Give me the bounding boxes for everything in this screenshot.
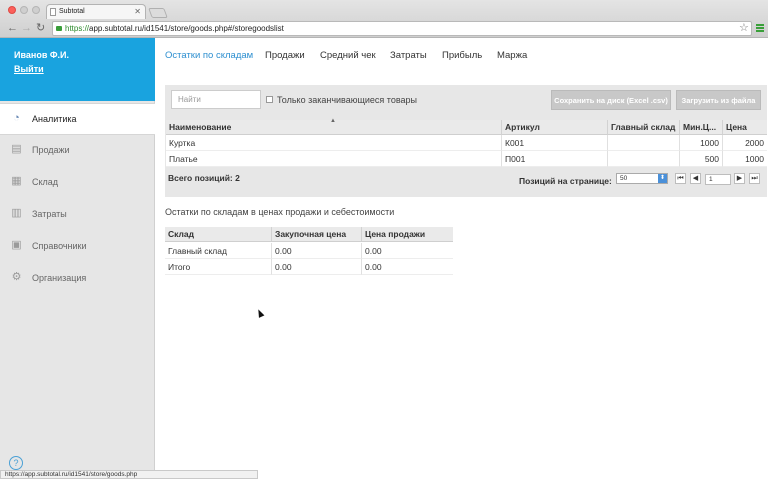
mouse-cursor-icon [255,308,265,318]
column-header-min-price[interactable]: Мин.Ц... [680,120,723,135]
sidebar-item-label: Аналитика [32,114,77,124]
close-tab-icon[interactable]: ✕ [134,7,141,16]
only-ending-label: Только заканчивающиеся товары [277,95,417,105]
page-icon [50,8,56,16]
status-bar-url: https://app.subtotal.ru/id1541/store/goo… [0,470,258,479]
table-cell: 0.00 [362,259,453,275]
stock-summary-title: Остатки по складам в ценах продажи и себ… [165,207,395,217]
reference-icon: ▣ [11,239,22,251]
per-page-value: 50 [620,175,628,182]
sidebar-item-label: Продажи [32,145,70,155]
back-arrow-icon[interactable]: ← [7,21,18,35]
table-cell: 1000 [680,135,723,151]
browser-menu-icon[interactable] [756,24,764,33]
table-cell [608,151,680,167]
column-header-main-warehouse[interactable]: Главный склад [608,120,680,135]
sidebar-item-warehouse[interactable]: ▦ Склад [0,167,155,199]
sidebar: Иванов Ф.И. Выйти ◔ Аналитика ▤ Продажи … [0,38,155,479]
sidebar-item-analytics[interactable]: ◔ Аналитика [0,103,155,135]
column-header-price[interactable]: Цена [723,120,767,135]
sidebar-item-sales[interactable]: ▤ Продажи [0,135,155,167]
tab-title: Subtotal [59,8,85,15]
table-cell: 1000 [723,151,767,167]
tab-stock-by-warehouse[interactable]: Остатки по складам [165,50,253,61]
page-number-input[interactable]: 1 [705,174,731,185]
table-cell: 0.00 [272,259,362,275]
table-cell: 0.00 [362,243,453,259]
logout-link[interactable]: Выйти [14,64,155,74]
sidebar-item-label: Склад [32,177,59,187]
sidebar-item-label: Справочники [32,241,87,251]
table-cell: 2000 [723,135,767,151]
table-cell [608,135,680,151]
table-cell: 0.00 [272,243,362,259]
address-bar[interactable]: https://app.subtotal.ru/id1541/store/goo… [52,21,752,36]
user-panel: Иванов Ф.И. Выйти [0,38,155,101]
table-cell: К001 [502,135,608,151]
per-page-select[interactable]: 50 ⬍ [616,173,668,184]
costs-icon: ▥ [11,207,22,219]
table-cell: 500 [680,151,723,167]
gear-icon: ⚙ [11,271,22,283]
sidebar-item-costs[interactable]: ▥ Затраты [0,199,155,231]
search-input[interactable]: Найти [171,90,261,109]
tab-margin[interactable]: Маржа [497,50,527,61]
column-header-purchase-price[interactable]: Закупочная цена [272,227,362,242]
url-scheme: https:// [65,24,90,33]
table-cell: Главный склад [165,243,272,259]
sort-asc-icon: ▲ [330,118,336,124]
bookmark-star-icon[interactable]: ☆ [739,21,749,34]
table-cell: Итого [165,259,272,275]
last-page-icon[interactable]: ⏭ [749,173,760,184]
tab-sales[interactable]: Продажи [265,50,305,61]
per-page-label: Позиций на странице: [519,176,612,186]
tab-average-check[interactable]: Средний чек [320,50,376,61]
sidebar-item-label: Затраты [32,209,67,219]
new-tab-button[interactable] [148,8,168,18]
column-header-article[interactable]: Артикул [502,120,608,135]
save-to-disk-button[interactable]: Сохранить на диск (Excel .csv) [551,90,671,110]
tab-costs[interactable]: Затраты [390,50,427,61]
column-header-sale-price[interactable]: Цена продажи [362,227,453,242]
analytics-icon: ◔ [13,112,20,124]
sidebar-item-organization[interactable]: ⚙ Организация [0,263,155,295]
column-header-warehouse[interactable]: Склад [165,227,272,242]
table-cell: П001 [502,151,608,167]
help-icon[interactable]: ? [9,456,23,470]
browser-tab[interactable]: Subtotal ✕ [46,4,146,19]
first-page-icon[interactable]: ⏮ [675,173,686,184]
user-name: Иванов Ф.И. [14,50,70,60]
only-ending-checkbox[interactable] [266,96,273,103]
warehouse-icon: ▦ [11,175,22,187]
lock-icon [56,26,62,31]
browser-chrome: Subtotal ✕ ← → ↻ https://app.subtotal.ru… [0,0,768,38]
reload-icon[interactable]: ↻ [36,21,45,35]
forward-arrow-icon[interactable]: → [21,21,32,35]
url-text: app.subtotal.ru/id1541/store/goods.php#/… [89,24,284,33]
load-from-file-button[interactable]: Загрузить из файла [676,90,761,110]
next-page-icon[interactable]: ▶ [734,173,745,184]
close-window-button[interactable] [8,6,16,14]
prev-page-icon[interactable]: ◀ [690,173,701,184]
table-cell: Куртка [166,135,502,151]
sidebar-item-label: Организация [32,273,87,283]
total-positions: Всего позиций: 2 [168,173,240,183]
minimize-window-button[interactable] [20,6,28,14]
table-cell: Платье [166,151,502,167]
sidebar-item-reference[interactable]: ▣ Справочники [0,231,155,263]
chevron-down-icon: ⬍ [658,174,667,183]
maximize-window-button[interactable] [32,6,40,14]
sales-icon: ▤ [11,143,22,155]
tab-profit[interactable]: Прибыль [442,50,482,61]
